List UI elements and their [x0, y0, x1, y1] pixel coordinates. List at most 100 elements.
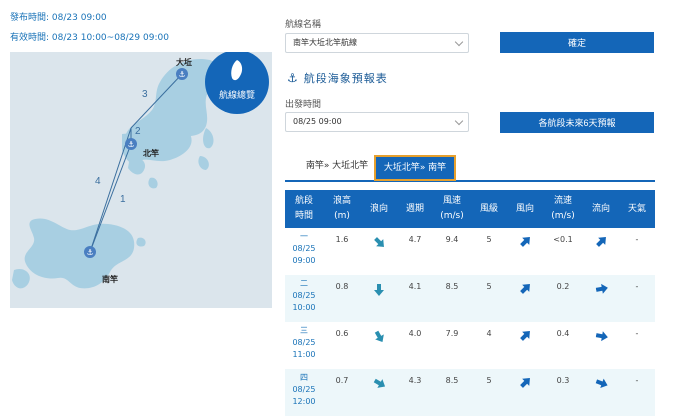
wave-direction-cell [361, 322, 397, 369]
wave-height-cell: 1.6 [335, 235, 349, 244]
tab-daqiu-beigan-to-nangan[interactable]: 大坵北竿» 南竿 [374, 155, 456, 181]
depart-time-select[interactable]: 08/25 09:00 [285, 112, 469, 132]
route-select[interactable]: 南竿大坵北竿航線 [285, 33, 469, 53]
forecast-table: 航段 時間 浪高 (m) 浪向 週期 風速 (m/s) 風級 風向 流速 (m/s) 流… [285, 190, 655, 416]
wind-direction-arrow-icon [516, 233, 534, 251]
wind-direction-cell [507, 275, 543, 322]
valid-time-value: 08/23 10:00~08/29 09:00 [51, 33, 169, 43]
col-header-segment: 航段 時間 [285, 190, 323, 228]
island-small-3 [148, 177, 158, 189]
wave-direction-cell [361, 275, 397, 322]
segment-cell: 四 08/25 12:00 [285, 369, 323, 416]
col-header-current-direction: 流向 [583, 190, 619, 228]
route-number-4: 4 [95, 176, 101, 187]
weather-cell: - [635, 329, 639, 338]
col-header-period: 週期 [397, 190, 433, 228]
chevron-down-icon [454, 37, 464, 47]
segment-cell: 三 08/25 11:00 [292, 326, 316, 359]
wind-direction-cell [507, 369, 543, 416]
wave-direction-arrow-icon [370, 374, 388, 391]
current-speed-cell: 0.2 [543, 275, 583, 322]
svg-text:⚓: ⚓ [127, 140, 134, 149]
chevron-down-icon [454, 116, 464, 126]
current-direction-cell [583, 322, 619, 369]
forecast-table-wrap: 航段 時間 浪高 (m) 浪向 週期 風速 (m/s) 風級 風向 流速 (m/s) 流… [285, 190, 655, 416]
col-header-weather: 天氣 [619, 190, 655, 228]
publish-time-row: 發布時間: 08/23 09:00 [10, 12, 107, 25]
wind-level-cell: 5 [471, 369, 507, 416]
route-overview-label: 航線總覽 [219, 89, 255, 101]
segment-cell: 一 08/25 09:00 [292, 232, 316, 265]
table-row: 二 08/25 10:00 0.8 4.1 8.5 5 0.2- [285, 275, 655, 322]
current-direction-cell [583, 369, 619, 416]
current-direction-arrow-icon [593, 282, 609, 296]
table-row: 三 08/25 11:00 0.6 4.0 7.9 4 0.4 - [285, 322, 655, 369]
wind-speed-cell: 8.5 [433, 275, 471, 322]
wind-level-cell: 5 [471, 275, 507, 322]
route-number-1: 1 [120, 194, 126, 205]
segment-tabs: 南竿» 大坵北竿 大坵北竿» 南竿 [285, 155, 655, 182]
port-label-beigan: 北竿 [143, 148, 159, 158]
section-title: 航段海象預報表 [303, 72, 388, 85]
port-label-nangan: 南竿 [102, 274, 118, 284]
weather-cell: - [635, 235, 639, 244]
wind-direction-arrow-icon [516, 327, 534, 345]
island-small-2 [198, 156, 209, 170]
col-header-wind-level: 風級 [471, 190, 507, 228]
col-header-wave-height: 浪高 (m) [323, 190, 361, 228]
island-small-4 [136, 237, 146, 247]
col-header-current-speed: 流速 (m/s) [543, 190, 583, 228]
depart-time-value: 08/25 09:00 [293, 117, 342, 126]
route-name-label: 航線名稱 [285, 20, 322, 30]
wind-level-cell: 4 [486, 329, 492, 338]
wind-speed-cell: 8.5 [433, 369, 471, 416]
route-overview-button[interactable]: 航線總覽 [205, 52, 269, 114]
anchor-icon-daqiu[interactable]: ⚓ [176, 68, 188, 80]
svg-text:⚓: ⚓ [178, 70, 185, 79]
wave-height-cell: 0.6 [335, 329, 349, 338]
current-direction-cell [583, 275, 619, 322]
period-cell: 4.3 [397, 369, 433, 416]
table-row: 四 08/25 12:00 0.7 4.3 8.5 5 0.3- [285, 369, 655, 416]
anchor-icon-beigan[interactable]: ⚓ [125, 138, 137, 150]
six-day-forecast-button[interactable]: 各航段未來6天預報 [500, 112, 654, 133]
island-small-1 [203, 128, 214, 149]
wave-direction-arrow-icon [370, 233, 388, 251]
period-cell: 4.7 [408, 235, 422, 244]
confirm-button[interactable]: 確定 [500, 32, 654, 53]
current-speed-cell: 0.4 [556, 329, 570, 338]
anchor-icon-nangan[interactable]: ⚓ [84, 246, 96, 258]
wind-direction-arrow-icon [516, 374, 534, 392]
period-cell: 4.1 [397, 275, 433, 322]
wind-level-cell: 5 [486, 235, 492, 244]
depart-time-label: 出發時間 [285, 100, 322, 110]
current-direction-arrow-icon [593, 329, 609, 343]
table-row: 一 08/25 09:00 1.6 4.7 9.4 5 <0.1 - [285, 228, 655, 275]
current-direction-arrow-icon [592, 233, 610, 251]
route-map: 3 2 4 1 ⚓ ⚓ ⚓ 大坵 北竿 南竿 航線總覽 [10, 52, 272, 308]
wave-direction-arrow-icon [370, 327, 387, 345]
current-direction-arrow-icon [592, 375, 609, 391]
wind-direction-cell [507, 322, 543, 369]
wave-height-cell: 0.8 [323, 275, 361, 322]
wave-direction-arrow-icon [373, 282, 385, 296]
wind-speed-cell: 7.9 [445, 329, 459, 338]
anchor-icon: ⚓ [287, 71, 298, 85]
wave-direction-cell [361, 369, 397, 416]
wave-height-cell: 0.7 [323, 369, 361, 416]
current-speed-cell: 0.3 [543, 369, 583, 416]
segment-cell: 二 08/25 10:00 [285, 275, 323, 322]
route-number-3: 3 [142, 89, 148, 100]
weather-cell: - [619, 275, 655, 322]
table-header-row: 航段 時間 浪高 (m) 浪向 週期 風速 (m/s) 風級 風向 流速 (m/s) 流… [285, 190, 655, 228]
wind-direction-arrow-icon [516, 280, 534, 298]
valid-time-label: 有效時間: [10, 33, 50, 43]
tab-nangan-to-daqiu-beigan[interactable]: 南竿» 大坵北竿 [295, 155, 379, 179]
col-header-wind-speed: 風速 (m/s) [433, 190, 471, 228]
svg-text:⚓: ⚓ [86, 248, 93, 257]
weather-cell: - [619, 369, 655, 416]
island-nangan-west [12, 268, 30, 289]
wind-speed-cell: 9.4 [445, 235, 459, 244]
section-header: ⚓ 航段海象預報表 [287, 70, 388, 86]
period-cell: 4.0 [408, 329, 422, 338]
